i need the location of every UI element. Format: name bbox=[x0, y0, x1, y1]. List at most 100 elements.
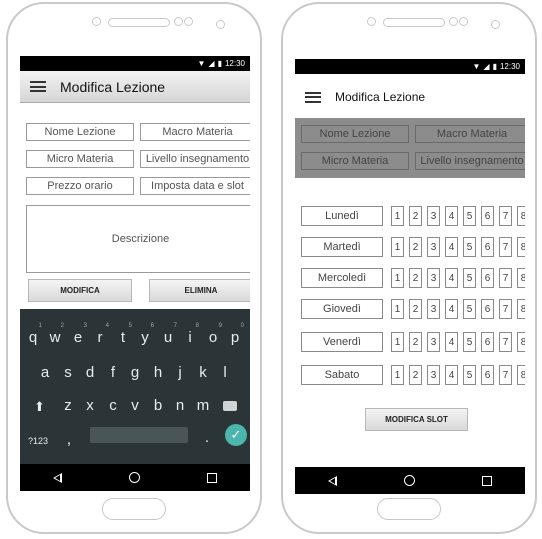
key-j[interactable]: j bbox=[171, 364, 189, 381]
day-label[interactable]: Martedì bbox=[301, 237, 383, 257]
time-slot[interactable]: 6 bbox=[481, 299, 494, 319]
enter-check-icon[interactable]: ✓ bbox=[225, 424, 247, 446]
key-m[interactable]: m bbox=[194, 397, 212, 414]
description-field[interactable]: Descrizione bbox=[26, 205, 250, 273]
day-label[interactable]: Giovedì bbox=[301, 299, 383, 319]
set-date-slot-field[interactable]: Imposta data e slot bbox=[140, 177, 250, 195]
time-slot[interactable]: 1 bbox=[391, 206, 404, 226]
key-q[interactable]: q1 bbox=[24, 323, 42, 346]
key-d[interactable]: d bbox=[81, 364, 99, 381]
time-slot[interactable]: 3 bbox=[427, 365, 440, 385]
home-icon[interactable] bbox=[403, 475, 415, 486]
time-slot[interactable]: 5 bbox=[463, 332, 476, 352]
key-i[interactable]: i8 bbox=[181, 323, 199, 346]
time-slot[interactable]: 6 bbox=[481, 268, 494, 288]
hamburger-menu-icon[interactable] bbox=[305, 91, 321, 103]
key-s[interactable]: s bbox=[59, 364, 77, 381]
hardware-home-button[interactable] bbox=[377, 498, 441, 520]
time-slot[interactable]: 6 bbox=[481, 332, 494, 352]
time-slot[interactable]: 8 bbox=[517, 332, 525, 352]
hamburger-menu-icon[interactable] bbox=[30, 81, 46, 92]
time-slot[interactable]: 4 bbox=[445, 332, 458, 352]
recent-apps-icon[interactable] bbox=[206, 472, 217, 483]
time-slot[interactable]: 4 bbox=[445, 206, 458, 226]
time-slot[interactable]: 3 bbox=[427, 332, 440, 352]
time-slot[interactable]: 2 bbox=[409, 237, 422, 257]
time-slot[interactable]: 1 bbox=[391, 299, 404, 319]
time-slot[interactable]: 3 bbox=[427, 237, 440, 257]
time-slot[interactable]: 7 bbox=[499, 365, 512, 385]
key-g[interactable]: g bbox=[126, 364, 144, 381]
symbols-key[interactable]: ?123 bbox=[28, 436, 48, 446]
key-b[interactable]: b bbox=[149, 397, 167, 414]
time-slot[interactable]: 1 bbox=[391, 332, 404, 352]
time-slot[interactable]: 5 bbox=[463, 268, 476, 288]
time-slot[interactable]: 5 bbox=[463, 299, 476, 319]
micro-subject-field[interactable]: Micro Materia bbox=[26, 150, 134, 168]
key-k[interactable]: k bbox=[194, 364, 212, 381]
time-slot[interactable]: 2 bbox=[409, 299, 422, 319]
time-slot[interactable]: 8 bbox=[517, 268, 525, 288]
time-slot[interactable]: 6 bbox=[481, 206, 494, 226]
day-label[interactable]: Mercoledì bbox=[301, 268, 383, 288]
time-slot[interactable]: 6 bbox=[481, 365, 494, 385]
time-slot[interactable]: 7 bbox=[499, 299, 512, 319]
time-slot[interactable]: 3 bbox=[427, 206, 440, 226]
time-slot[interactable]: 8 bbox=[517, 365, 525, 385]
backspace-icon[interactable] bbox=[223, 401, 237, 411]
time-slot[interactable]: 1 bbox=[391, 365, 404, 385]
time-slot[interactable]: 2 bbox=[409, 332, 422, 352]
time-slot[interactable]: 4 bbox=[445, 365, 458, 385]
time-slot[interactable]: 7 bbox=[499, 237, 512, 257]
time-slot[interactable]: 5 bbox=[463, 237, 476, 257]
time-slot[interactable]: 7 bbox=[499, 206, 512, 226]
teaching-level-field[interactable]: Livello insegnamento bbox=[140, 150, 250, 168]
key-l[interactable]: l bbox=[216, 364, 234, 381]
time-slot[interactable]: 8 bbox=[517, 206, 525, 226]
key-o[interactable]: o9 bbox=[204, 323, 222, 346]
key-w[interactable]: w2 bbox=[46, 323, 64, 346]
key-z[interactable]: z bbox=[59, 397, 77, 414]
key-c[interactable]: c bbox=[104, 397, 122, 414]
time-slot[interactable]: 7 bbox=[499, 268, 512, 288]
hardware-home-button[interactable] bbox=[102, 498, 166, 520]
back-icon[interactable] bbox=[328, 475, 338, 486]
key-y[interactable]: y6 bbox=[136, 323, 154, 346]
hourly-price-field[interactable]: Prezzo orario bbox=[26, 177, 134, 195]
key-n[interactable]: n bbox=[171, 397, 189, 414]
key-h[interactable]: h bbox=[149, 364, 167, 381]
time-slot[interactable]: 2 bbox=[409, 206, 422, 226]
macro-subject-field[interactable]: Macro Materia bbox=[140, 123, 250, 141]
lesson-name-field[interactable]: Nome Lezione bbox=[26, 123, 134, 141]
key-e[interactable]: e3 bbox=[69, 323, 87, 346]
key-x[interactable]: x bbox=[81, 397, 99, 414]
time-slot[interactable]: 1 bbox=[391, 268, 404, 288]
time-slot[interactable]: 8 bbox=[517, 299, 525, 319]
key-r[interactable]: r4 bbox=[91, 323, 110, 346]
key-a[interactable]: a bbox=[36, 364, 54, 381]
time-slot[interactable]: 4 bbox=[445, 268, 458, 288]
modify-button[interactable]: MODIFICA bbox=[28, 279, 132, 302]
modify-slot-button[interactable]: MODIFICA SLOT bbox=[365, 408, 468, 431]
time-slot[interactable]: 5 bbox=[463, 365, 476, 385]
recent-apps-icon[interactable] bbox=[481, 475, 492, 486]
key-t[interactable]: t5 bbox=[114, 323, 132, 346]
key-f[interactable]: f bbox=[104, 364, 122, 381]
time-slot[interactable]: 4 bbox=[445, 237, 458, 257]
day-label[interactable]: Lunedì bbox=[301, 206, 383, 226]
time-slot[interactable]: 2 bbox=[409, 268, 422, 288]
time-slot[interactable]: 7 bbox=[499, 332, 512, 352]
back-icon[interactable] bbox=[53, 472, 63, 483]
home-icon[interactable] bbox=[128, 472, 140, 483]
shift-arrow-icon[interactable]: ⬆ bbox=[34, 399, 45, 415]
time-slot[interactable]: 6 bbox=[481, 237, 494, 257]
time-slot[interactable]: 8 bbox=[517, 237, 525, 257]
day-label[interactable]: Sabato bbox=[301, 365, 383, 385]
day-label[interactable]: Venerdì bbox=[301, 332, 383, 352]
time-slot[interactable]: 1 bbox=[391, 237, 404, 257]
time-slot[interactable]: 3 bbox=[427, 299, 440, 319]
time-slot[interactable]: 4 bbox=[445, 299, 458, 319]
key-p[interactable]: p0 bbox=[226, 323, 244, 346]
time-slot[interactable]: 2 bbox=[409, 365, 422, 385]
time-slot[interactable]: 3 bbox=[427, 268, 440, 288]
